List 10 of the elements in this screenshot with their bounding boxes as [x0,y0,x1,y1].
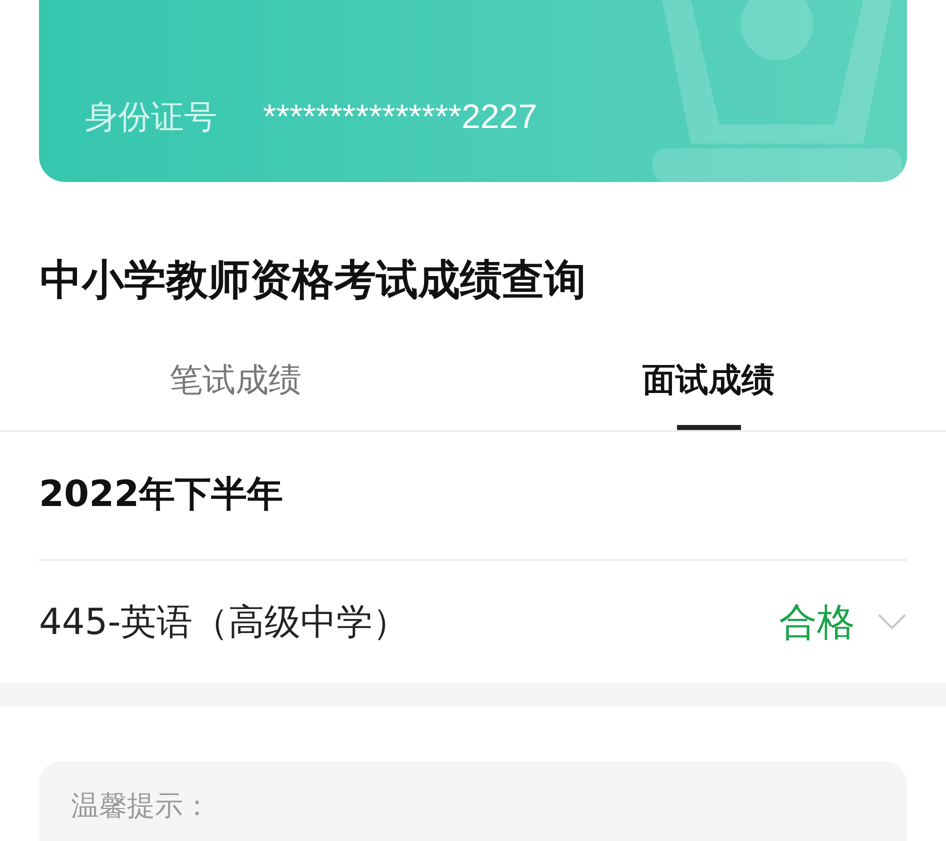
subject-name: 445-英语（高级中学） [39,600,410,644]
period-heading: 2022年下半年 [39,432,907,561]
chevron-icon[interactable] [877,613,907,631]
id-number: ***************2227 [263,98,538,137]
id-label: 身份证号 [85,96,217,138]
tips-heading: 温馨提示： [71,789,211,822]
page-title: 中小学教师资格考试成绩查询 [40,254,587,306]
tab[interactable]: 笔试成绩 [170,358,302,430]
result-status: 合格 [779,598,855,646]
tab[interactable]: 面试成绩 [642,358,774,430]
